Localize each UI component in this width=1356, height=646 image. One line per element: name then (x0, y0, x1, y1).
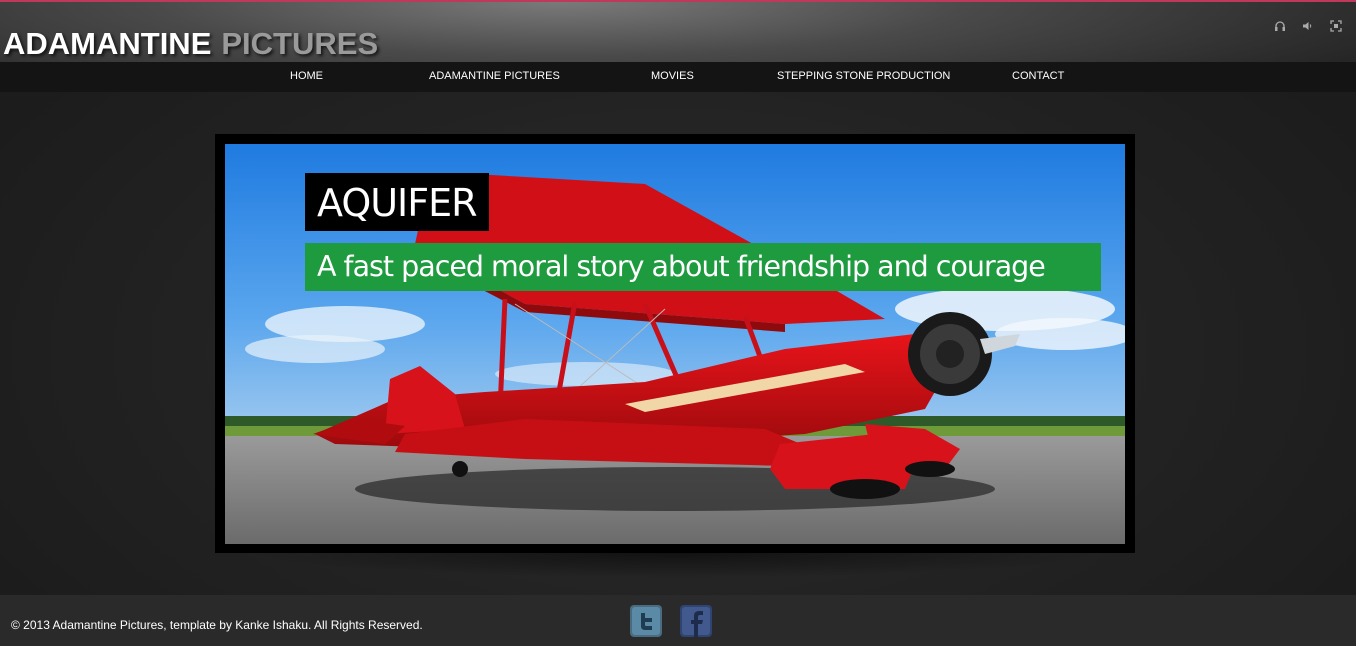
main-nav: HOME ADAMANTINE PICTURES MOVIES STEPPING… (0, 62, 1356, 92)
headphones-icon[interactable] (1274, 20, 1286, 32)
volume-icon[interactable] (1302, 20, 1314, 32)
logo-word-1: ADAMANTINE (3, 26, 212, 61)
nav-item-home[interactable]: HOME (290, 62, 323, 92)
copyright-text: © 2013 Adamantine Pictures, template by … (11, 618, 423, 632)
image-slider[interactable]: AQUIFER A fast paced moral story about f… (215, 134, 1135, 553)
slide-caption: A fast paced moral story about friendshi… (305, 243, 1101, 291)
nav-item-contact[interactable]: CONTACT (1012, 62, 1064, 92)
player-controls (1274, 20, 1342, 32)
site-logo[interactable]: ADAMANTINE PICTURES (3, 26, 378, 62)
fullscreen-icon[interactable] (1330, 20, 1342, 32)
twitter-icon[interactable] (630, 605, 662, 637)
slider-shadow (245, 552, 1107, 578)
nav-item-adamantine-pictures[interactable]: ADAMANTINE PICTURES (429, 62, 560, 92)
slide-image[interactable]: AQUIFER A fast paced moral story about f… (225, 144, 1125, 544)
logo-word-2: PICTURES (221, 26, 379, 61)
nav-item-movies[interactable]: MOVIES (651, 62, 694, 92)
nav-item-stepping-stone-production[interactable]: STEPPING STONE PRODUCTION (777, 62, 950, 92)
header: ADAMANTINE PICTURES (0, 0, 1356, 62)
slide-title: AQUIFER (305, 173, 489, 231)
footer: © 2013 Adamantine Pictures, template by … (0, 595, 1356, 646)
facebook-icon[interactable] (680, 605, 712, 637)
